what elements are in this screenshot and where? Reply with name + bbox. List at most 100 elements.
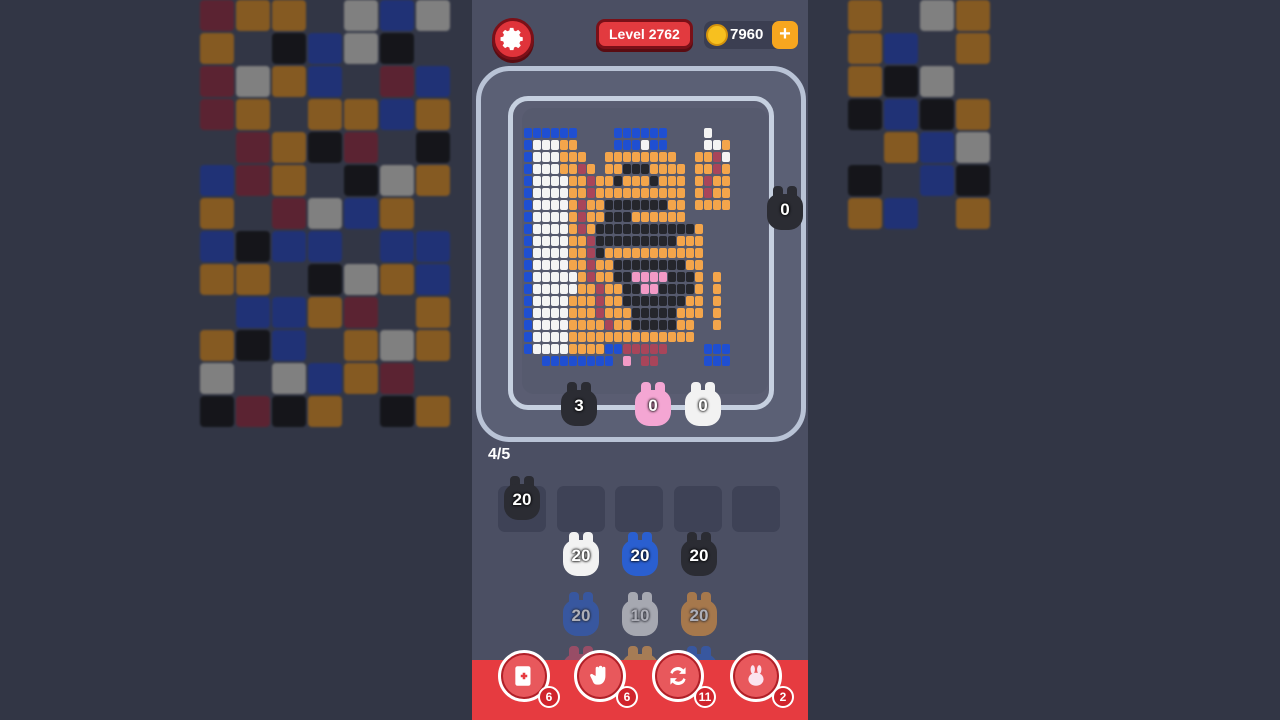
pixel-block [650,212,658,222]
grid-bunny[interactable]: 10 [619,592,661,638]
pixel-block [569,308,577,318]
pixel-block [632,332,640,342]
pixel-block [677,164,685,174]
conveyor-bunny[interactable]: 0 [764,186,806,232]
bunny-count: 0 [780,200,790,219]
pixel-block [614,344,622,354]
holding-slot[interactable] [732,486,780,532]
pixel-block [659,176,667,186]
conveyor-bunny[interactable]: 0 [632,382,674,428]
slot-bunny[interactable]: 20 [501,476,543,522]
background-block [848,33,882,64]
pixel-block [641,164,649,174]
settings-button[interactable] [492,18,534,60]
pixel-block [686,260,694,270]
pixel-block [668,248,676,258]
pixel-block [605,260,613,270]
background-block [380,330,414,361]
add-slot-icon [515,666,531,686]
pixel-block [668,296,676,306]
pixel-block [659,344,667,354]
background-block [344,264,378,295]
pixel-block [524,224,532,234]
background-block [416,264,450,295]
pixel-block [659,284,667,294]
pixel-block [695,224,703,234]
pixel-block [704,188,712,198]
grid-bunny[interactable]: 20 [678,592,720,638]
pixel-block [686,236,694,246]
background-block [200,198,234,229]
holding-slot[interactable] [674,486,722,532]
pixel-block [569,356,577,366]
grid-bunny[interactable]: 20 [619,532,661,578]
pixel-block [605,224,613,234]
pixel-block [632,128,640,138]
background-block [956,198,990,229]
pixel-block [605,356,613,366]
pixel-block [623,236,631,246]
pixel-block [659,128,667,138]
conveyor-bunny[interactable]: 3 [558,382,600,428]
holding-slot[interactable] [557,486,605,532]
pixel-block [641,188,649,198]
bunny-count: 20 [630,546,650,565]
background-block [236,132,270,163]
pixel-block [596,296,604,306]
pixel-block [533,308,541,318]
pixel-block [533,260,541,270]
pixel-block [677,296,685,306]
pixel-block [686,320,694,330]
background-block [200,0,234,31]
pixel-block [542,236,550,246]
pixel-block [569,152,577,162]
pixel-block [587,236,595,246]
bunny-count: 3 [574,396,584,415]
background-block [200,99,234,130]
pixel-block [524,344,532,354]
background-block [344,297,378,328]
conveyor-bunny[interactable]: 0 [682,382,724,428]
pixel-block [632,320,640,330]
pixel-block [614,128,622,138]
pixel-block [623,332,631,342]
pixel-block [668,224,676,234]
pixel-block [614,140,622,150]
grid-bunny[interactable]: 20 [678,532,720,578]
gear-icon [500,27,523,51]
pixel-block [542,176,550,186]
pixel-block [641,212,649,222]
pixel-block [668,176,676,186]
pixel-block [650,248,658,258]
pixel-block [614,188,622,198]
background-block [200,165,234,196]
pixel-block [605,176,613,186]
pixel-block [695,176,703,186]
pixel-block [722,164,730,174]
pixel-block [659,296,667,306]
holding-slot[interactable] [615,486,663,532]
background-block [236,231,270,262]
pixel-block [578,260,586,270]
pixel-block [650,200,658,210]
pixel-block [524,212,532,222]
pixel-block [623,152,631,162]
pixel-block [632,272,640,282]
pixel-block [542,164,550,174]
pixel-block [632,152,640,162]
background-block [236,297,270,328]
pixel-block [686,296,694,306]
pixel-block [524,284,532,294]
pixel-block [578,152,586,162]
pixel-block [542,224,550,234]
pixel-block [695,308,703,318]
pixel-block [659,200,667,210]
pixel-block [551,296,559,306]
pixel-block [551,356,559,366]
add-coins-button[interactable]: + [772,21,798,49]
grid-bunny[interactable]: 20 [560,592,602,638]
hand-icon [590,665,606,685]
grid-bunny[interactable]: 20 [560,532,602,578]
pixel-block [569,248,577,258]
pixel-block [650,344,658,354]
